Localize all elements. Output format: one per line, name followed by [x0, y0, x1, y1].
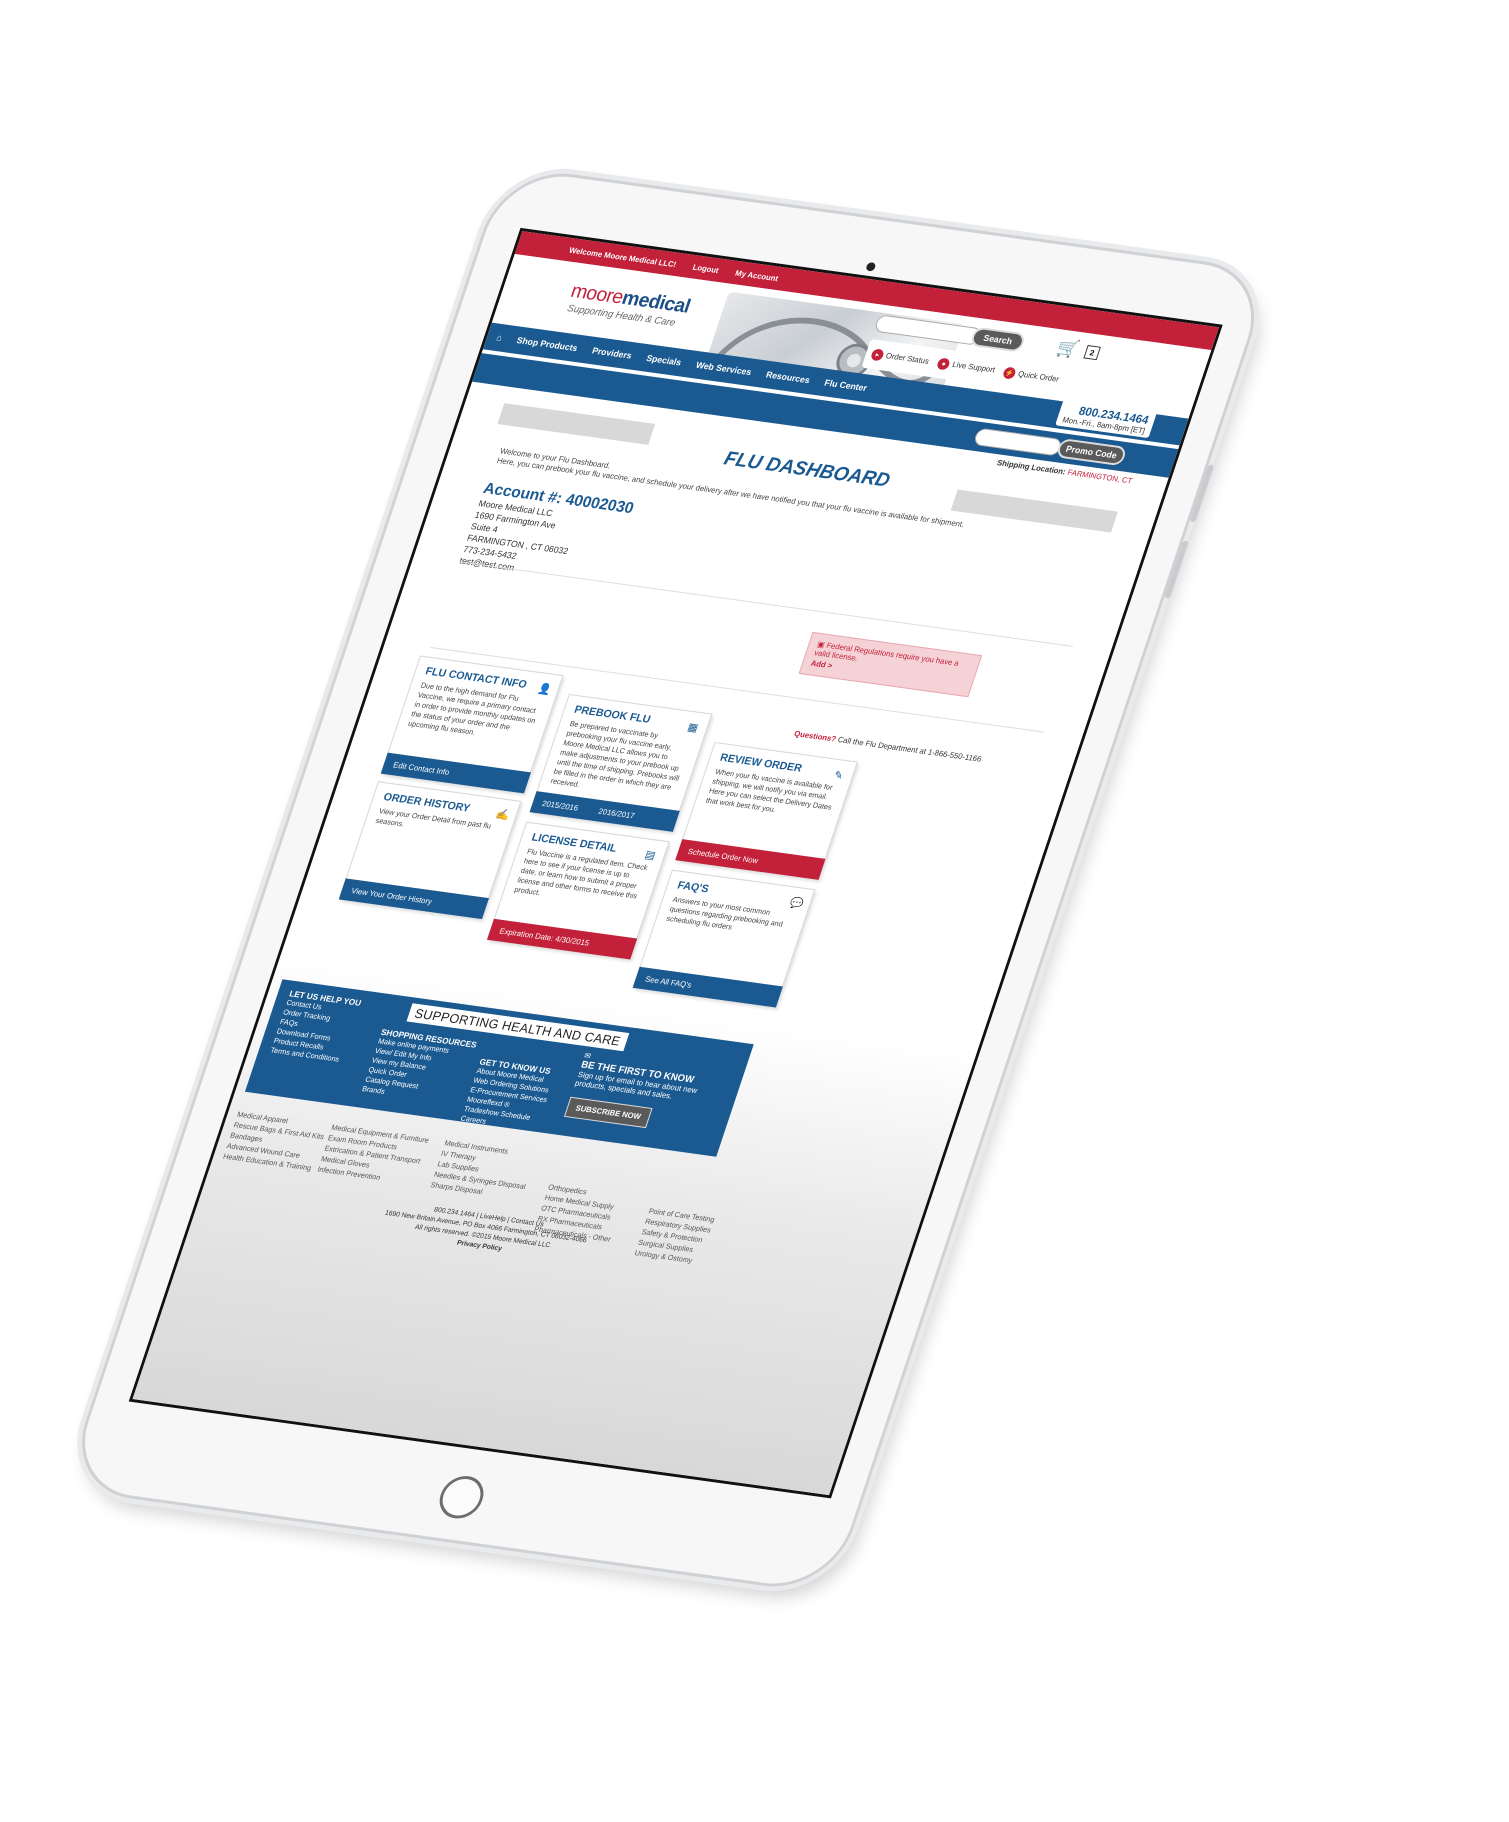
license-alert: ▣ Federal Regulations require you have a…: [798, 631, 983, 698]
promo-code-input[interactable]: [972, 427, 1064, 457]
footer-col-shopping: SHOPPING RESOURCES Make online payments …: [361, 1027, 478, 1107]
order-status-link[interactable]: ▸ Order Status: [869, 348, 931, 367]
category-col: Medical Equipment & Furniture Exam Room …: [316, 1122, 431, 1188]
volume-button: [1164, 540, 1189, 599]
phone-block: 800.234.1464 Mon.-Fri., 8am-8pm [ET]: [1054, 399, 1157, 439]
subscribe-button[interactable]: SUBSCRIBE NOW: [563, 1096, 653, 1129]
cart-icon[interactable]: 🛒: [1054, 337, 1081, 360]
quick-order-link[interactable]: ⚡ Quick Order: [1002, 366, 1061, 386]
truck-icon: ▸: [869, 348, 885, 362]
chat-icon: ●: [936, 357, 952, 371]
expiration-date-button[interactable]: Expiration Date: 4/30/2015: [486, 918, 638, 960]
tile-prebook-flu: PREBOOK FLU ▦ Be prepared to vaccinate b…: [529, 693, 713, 832]
tile-flu-contact-info: FLU CONTACT INFO 👤 Due to the high deman…: [380, 655, 564, 794]
tile-faqs: FAQ'S 💬 Answers to your most common ques…: [632, 869, 816, 1008]
site-footer: LET US HELP YOU Contact Us Order Trackin…: [128, 955, 978, 1499]
volume-button: [1189, 464, 1215, 523]
cart-count: 2: [1083, 345, 1101, 361]
my-account-link[interactable]: My Account: [734, 268, 779, 282]
screen: Welcome Moore Medical LLC! Logout My Acc…: [128, 227, 1223, 1499]
speech-bubble-icon: 💬: [788, 897, 805, 911]
logout-link[interactable]: Logout: [692, 262, 720, 274]
nav-shop-products[interactable]: Shop Products: [515, 335, 579, 353]
prebook-2016-2017-button[interactable]: 2016/2017: [597, 806, 636, 819]
user-icon: 👤: [536, 683, 554, 697]
newsletter-signup: ✉ BE THE FIRST TO KNOW Sign up for email…: [563, 1051, 727, 1136]
live-support-link[interactable]: ● Live Support: [936, 357, 996, 377]
lightning-icon: ⚡: [1002, 366, 1018, 380]
tile-order-history: ORDER HISTORY ✍ View your Order Detail f…: [338, 781, 522, 920]
category-col: Medical Instruments IV Therapy Lab Suppl…: [429, 1137, 538, 1202]
promo-code-button[interactable]: Promo Code: [1055, 438, 1128, 467]
footer-col-know: GET TO KNOW US About Moore Medical Web O…: [459, 1057, 558, 1134]
nav-flu-center[interactable]: Flu Center: [823, 378, 868, 393]
tile-license-detail: LICENSE DETAIL ▤ Flu Vaccine is a regula…: [486, 821, 670, 960]
view-order-history-button[interactable]: View Your Order History: [338, 878, 489, 920]
home-icon[interactable]: ⌂: [495, 332, 503, 342]
nav-web-services[interactable]: Web Services: [695, 360, 753, 377]
prebook-2015-2016-button[interactable]: 2015/2016: [541, 799, 580, 812]
notepad-icon: ✍: [494, 808, 512, 822]
scene: Welcome Moore Medical LLC! Logout My Acc…: [0, 0, 1509, 1822]
home-button[interactable]: [433, 1473, 490, 1522]
search-button[interactable]: Search: [969, 326, 1027, 353]
see-all-faqs-button[interactable]: See All FAQ's: [632, 966, 783, 1008]
nav-resources[interactable]: Resources: [765, 370, 812, 386]
nav-specials[interactable]: Specials: [645, 353, 683, 367]
category-col: Medical Apparel Rescue Bags & First Aid …: [222, 1109, 329, 1174]
camera-icon: [865, 261, 877, 272]
footer-col-help: LET US HELP YOU Contact Us Order Trackin…: [269, 988, 363, 1064]
tile-review-order: REVIEW ORDER ✎ When your flu vaccine is …: [675, 741, 858, 880]
category-col: Point of Care Testing Respiratory Suppli…: [633, 1205, 716, 1266]
tablet-device: Welcome Moore Medical LLC! Logout My Acc…: [62, 165, 1274, 1596]
nav-providers[interactable]: Providers: [591, 346, 633, 361]
